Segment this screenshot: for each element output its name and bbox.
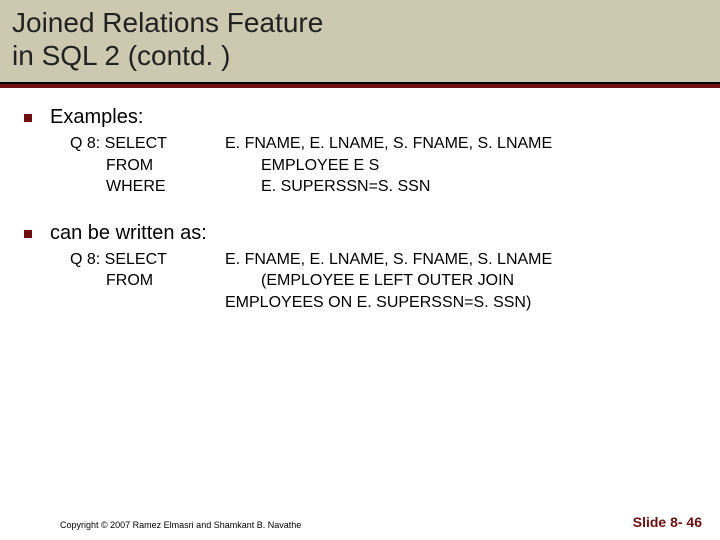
query-value: E. FNAME, E. LNAME, S. FNAME, S. LNAME	[225, 133, 700, 155]
query-row: FROM (EMPLOYEE E LEFT OUTER JOIN	[70, 270, 700, 292]
bullet-item: can be written as:	[24, 222, 700, 245]
footer: Copyright © 2007 Ramez Elmasri and Shamk…	[0, 514, 720, 530]
query-keyword	[70, 292, 225, 314]
query-row: FROM EMPLOYEE E S	[70, 155, 700, 177]
title-band: Joined Relations Feature in SQL 2 (contd…	[0, 0, 720, 84]
query-value: EMPLOYEE E S	[261, 155, 700, 177]
query-row: WHERE E. SUPERSSN=S. SSN	[70, 176, 700, 198]
query-value: (EMPLOYEE E LEFT OUTER JOIN	[261, 270, 700, 292]
title-line-1: Joined Relations Feature	[12, 7, 323, 38]
query-keyword: WHERE	[70, 176, 261, 198]
query-keyword: FROM	[70, 270, 261, 292]
query-keyword: FROM	[70, 155, 261, 177]
bullet-heading: Examples:	[50, 106, 143, 129]
content-area: Examples: Q 8: SELECT E. FNAME, E. LNAME…	[0, 88, 720, 314]
query-row: EMPLOYEES ON E. SUPERSSN=S. SSN)	[70, 292, 700, 314]
slide-title: Joined Relations Feature in SQL 2 (contd…	[12, 6, 708, 72]
query-keyword: Q 8: SELECT	[70, 249, 225, 271]
query-block: Q 8: SELECT E. FNAME, E. LNAME, S. FNAME…	[70, 133, 700, 198]
square-bullet-icon	[24, 230, 32, 238]
copyright-text: Copyright © 2007 Ramez Elmasri and Shamk…	[60, 520, 301, 530]
query-value: E. SUPERSSN=S. SSN	[261, 176, 700, 198]
bullet-heading: can be written as:	[50, 222, 207, 245]
query-value: EMPLOYEES ON E. SUPERSSN=S. SSN)	[225, 292, 700, 314]
square-bullet-icon	[24, 114, 32, 122]
bullet-item: Examples:	[24, 106, 700, 129]
query-row: Q 8: SELECT E. FNAME, E. LNAME, S. FNAME…	[70, 249, 700, 271]
query-keyword: Q 8: SELECT	[70, 133, 225, 155]
title-line-2: in SQL 2 (contd. )	[12, 40, 230, 71]
query-block: Q 8: SELECT E. FNAME, E. LNAME, S. FNAME…	[70, 249, 700, 314]
query-value: E. FNAME, E. LNAME, S. FNAME, S. LNAME	[225, 249, 700, 271]
slide-number: Slide 8- 46	[633, 514, 702, 530]
query-row: Q 8: SELECT E. FNAME, E. LNAME, S. FNAME…	[70, 133, 700, 155]
